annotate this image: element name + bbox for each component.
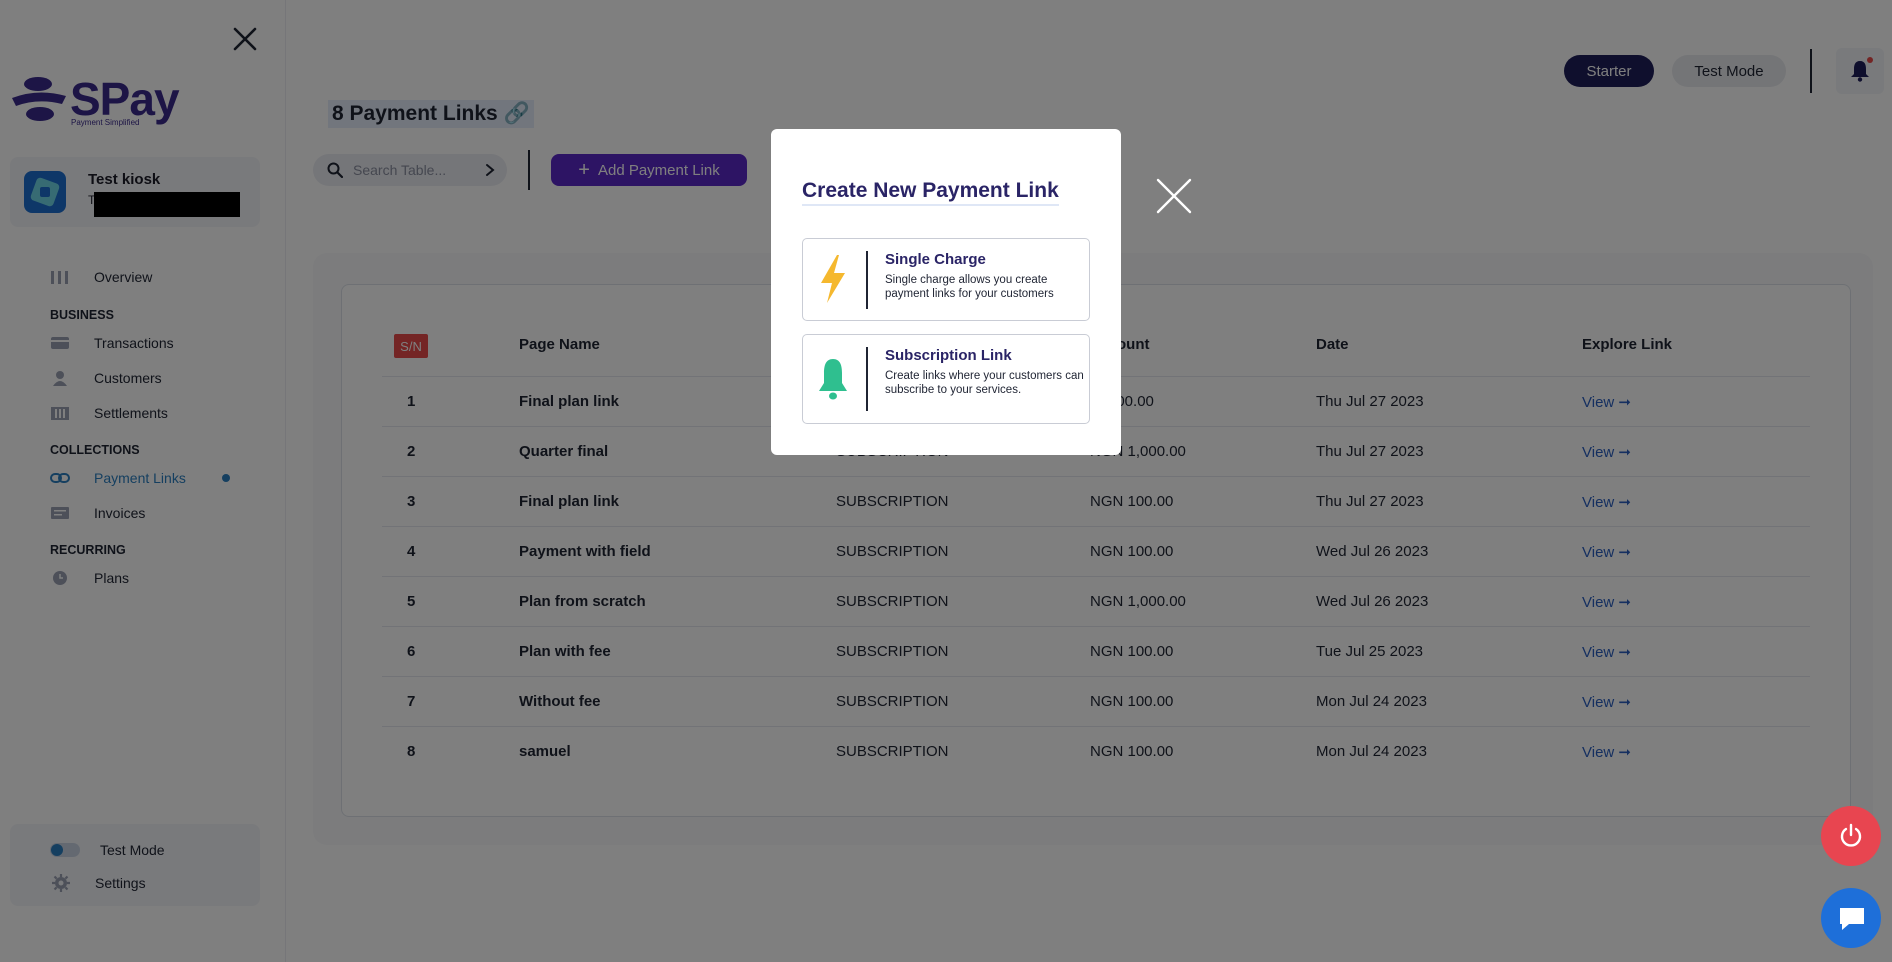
option-title: Single Charge bbox=[885, 251, 986, 268]
chat-icon bbox=[1840, 908, 1864, 930]
modal-title: Create New Payment Link bbox=[802, 179, 1059, 206]
modal-close-icon[interactable] bbox=[1155, 177, 1193, 215]
create-payment-link-modal: Create New Payment Link Single Charge Si… bbox=[771, 129, 1121, 455]
option-description: Single charge allows you create payment … bbox=[885, 274, 1054, 300]
divider bbox=[866, 347, 868, 411]
logout-button[interactable] bbox=[1821, 806, 1881, 866]
lightning-icon bbox=[821, 255, 845, 303]
option-description: Create links where your customers can su… bbox=[885, 370, 1084, 396]
chat-button[interactable] bbox=[1821, 888, 1881, 948]
bell-icon bbox=[819, 359, 847, 400]
single-charge-option[interactable]: Single Charge Single charge allows you c… bbox=[802, 238, 1090, 321]
option-title: Subscription Link bbox=[885, 347, 1012, 364]
power-icon bbox=[1840, 823, 1862, 847]
divider bbox=[866, 251, 868, 309]
subscription-link-option[interactable]: Subscription Link Create links where you… bbox=[802, 334, 1090, 424]
